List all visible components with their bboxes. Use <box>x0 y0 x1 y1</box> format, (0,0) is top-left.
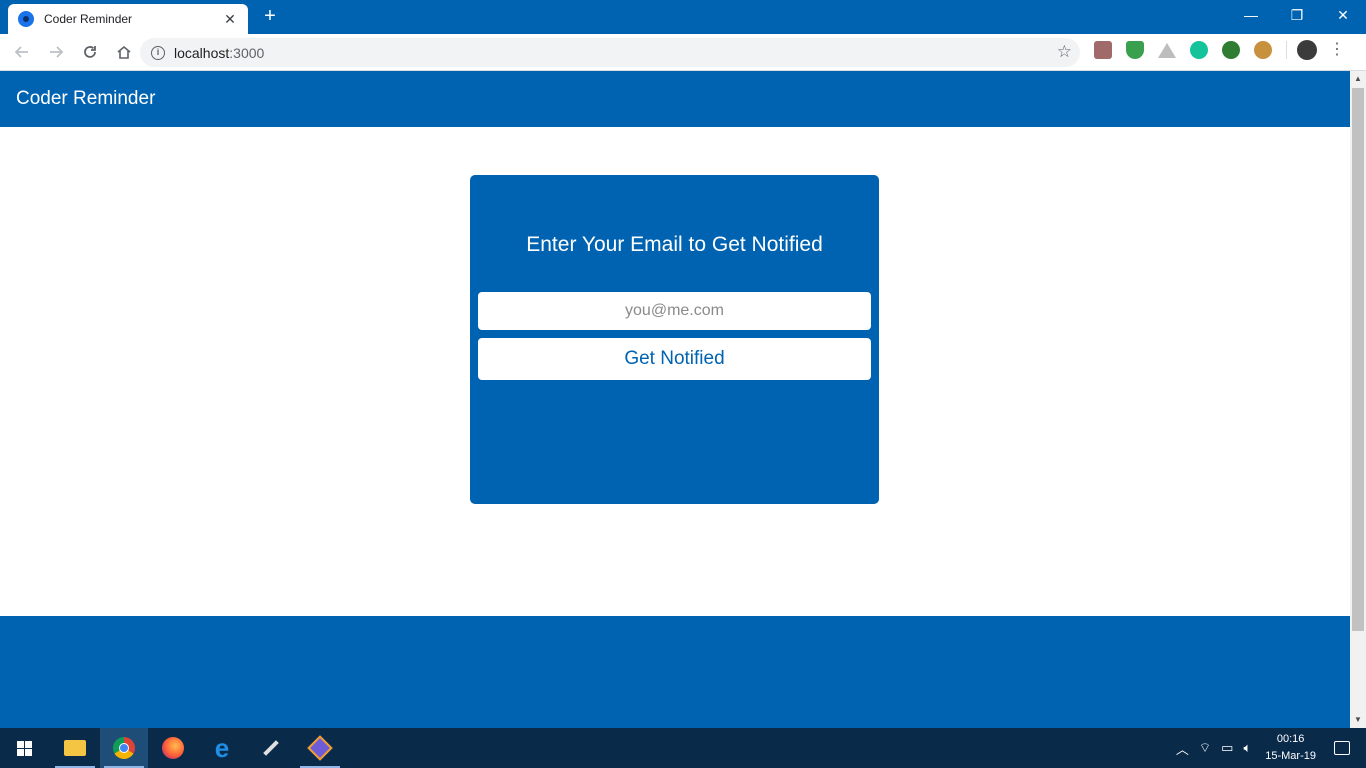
close-window-button[interactable]: ✕ <box>1320 0 1366 30</box>
browser-tab[interactable]: Coder Reminder ✕ <box>8 4 248 34</box>
shield-extension-icon[interactable] <box>1126 41 1144 59</box>
clock-date: 15-Mar-19 <box>1265 750 1316 762</box>
new-tab-button[interactable]: + <box>259 6 281 28</box>
email-input[interactable] <box>478 292 871 330</box>
scroll-up-icon[interactable]: ▲ <box>1350 71 1366 87</box>
url-host: localhost <box>174 44 230 61</box>
url-port: :3000 <box>229 44 265 61</box>
pdf-extension-icon[interactable] <box>1094 41 1112 59</box>
profile-avatar[interactable] <box>1297 40 1317 60</box>
app-title[interactable]: Coder Reminder <box>16 88 155 110</box>
browser-toolbar: i localhost:3000 ☆ ⋮ <box>0 34 1366 71</box>
toolbar-divider <box>1286 41 1287 59</box>
tab-title: Coder Reminder <box>44 12 133 26</box>
more-menu-icon[interactable]: ⋮ <box>1329 42 1345 58</box>
chrome-icon <box>113 737 135 759</box>
app-header: Coder Reminder <box>0 71 1350 127</box>
pen-icon <box>263 740 279 756</box>
wifi-icon[interactable]: ⌔ <box>1199 740 1211 756</box>
favicon-icon <box>18 11 34 27</box>
taskbar-git[interactable] <box>296 728 344 768</box>
system-tray: ︿ ⌔ ▭ 🔈︎ 00:16 15-Mar-19 <box>1176 728 1366 768</box>
folder-icon <box>64 740 86 756</box>
back-button[interactable] <box>6 36 38 68</box>
bookmark-star-icon[interactable]: ☆ <box>1057 43 1072 61</box>
scroll-down-icon[interactable]: ▼ <box>1350 712 1366 728</box>
start-button[interactable] <box>0 728 48 768</box>
taskbar-chrome[interactable] <box>100 728 148 768</box>
page-viewport: Coder Reminder Enter Your Email to Get N… <box>0 71 1350 728</box>
taskbar-clock[interactable]: 00:16 15-Mar-19 <box>1265 731 1316 765</box>
browser-tab-strip: Coder Reminder ✕ + — ❐ ✕ <box>0 0 1366 34</box>
globe-extension-icon[interactable] <box>1222 41 1240 59</box>
minimize-button[interactable]: — <box>1228 0 1274 30</box>
taskbar-edge[interactable]: e <box>198 728 246 768</box>
window-controls: — ❐ ✕ <box>1228 0 1366 30</box>
windows-taskbar: e ︿ ⌔ ▭ 🔈︎ 00:16 15-Mar-19 <box>0 728 1366 768</box>
notification-center-icon[interactable] <box>1334 741 1350 755</box>
firefox-icon <box>162 737 184 759</box>
forward-button[interactable] <box>40 36 72 68</box>
get-notified-button[interactable]: Get Notified <box>478 338 871 380</box>
tab-close-icon[interactable]: ✕ <box>222 11 238 28</box>
extensions-area: ⋮ <box>1094 40 1345 60</box>
url-text[interactable]: localhost:3000 <box>174 45 264 61</box>
scrollbar-thumb[interactable] <box>1352 88 1364 631</box>
grammarly-extension-icon[interactable] <box>1190 41 1208 59</box>
taskbar-pen-app[interactable] <box>247 728 295 768</box>
home-button[interactable] <box>108 36 140 68</box>
reload-icon <box>84 46 96 58</box>
chevron-up-icon[interactable]: ︿ <box>1176 739 1189 758</box>
drive-extension-icon[interactable] <box>1158 42 1176 58</box>
signup-card: Enter Your Email to Get Notified Get Not… <box>470 175 879 504</box>
taskbar-file-explorer[interactable] <box>51 728 99 768</box>
home-icon <box>117 45 131 59</box>
clock-time: 00:16 <box>1276 733 1305 745</box>
battery-icon[interactable]: ▭ <box>1221 740 1233 756</box>
cookie-extension-icon[interactable] <box>1254 41 1272 59</box>
restore-button[interactable]: ❐ <box>1274 0 1320 30</box>
arrow-right-icon <box>50 46 64 58</box>
page-scrollbar[interactable]: ▲ ▼ <box>1350 71 1366 728</box>
git-icon <box>307 735 333 761</box>
volume-icon[interactable]: 🔈︎ <box>1243 740 1251 756</box>
site-info-icon[interactable]: i <box>151 45 165 60</box>
app-footer <box>0 616 1350 728</box>
taskbar-firefox[interactable] <box>149 728 197 768</box>
address-bar[interactable]: i localhost:3000 ☆ <box>140 38 1080 67</box>
windows-logo-icon <box>16 740 32 756</box>
edge-icon: e <box>214 733 230 763</box>
arrow-left-icon <box>14 46 28 58</box>
signup-heading: Enter Your Email to Get Notified <box>526 233 823 256</box>
reload-button[interactable] <box>74 36 106 68</box>
